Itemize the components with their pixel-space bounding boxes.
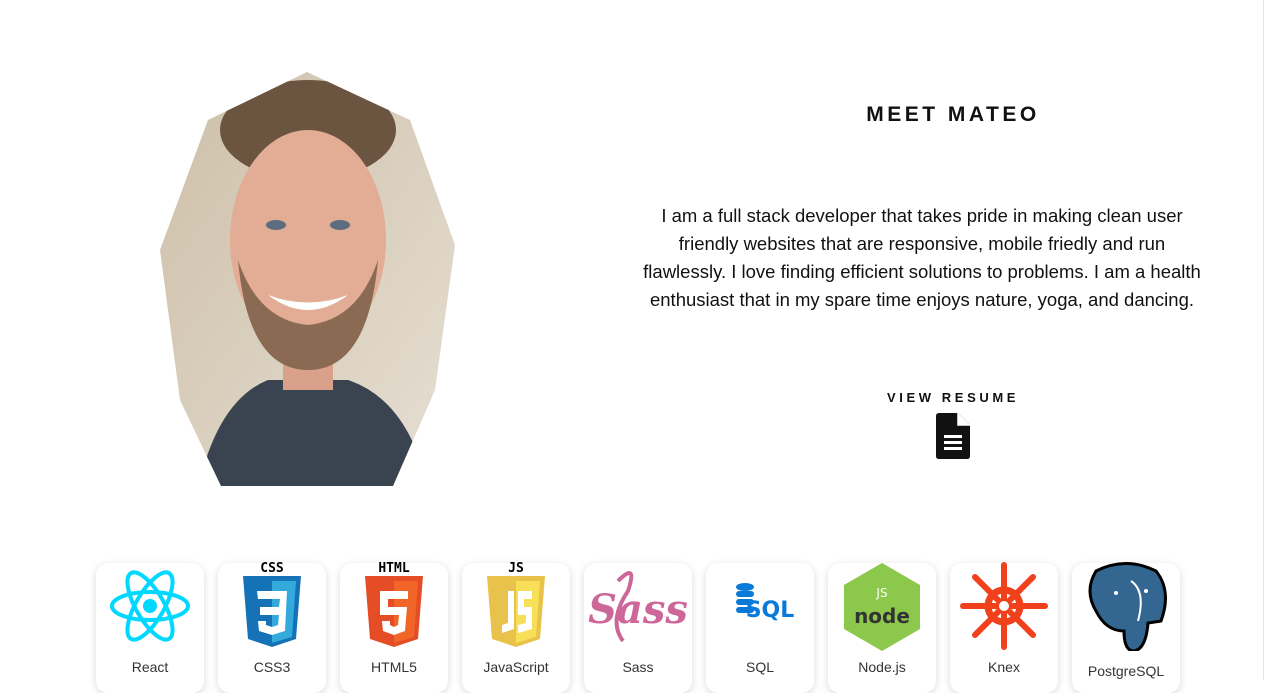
svg-text:SQL: SQL (746, 598, 795, 623)
sass-icon: Sass (588, 571, 688, 643)
svg-text:node: node (854, 604, 910, 628)
sql-icon: SQL (736, 583, 795, 623)
skill-name: React (131, 659, 169, 675)
nodejs-icon: JS node (844, 563, 920, 651)
skill-card-postgresql: PostgreSQL (1072, 562, 1180, 693)
scrollbar-edge (1263, 0, 1264, 680)
svg-text:JS: JS (875, 586, 887, 600)
skill-card-css3: CSS CSS3 (218, 561, 326, 693)
css3-icon: CSS (243, 561, 301, 647)
skill-card-nodejs: JS node Node.js (828, 563, 936, 693)
svg-text:Sass: Sass (588, 586, 688, 633)
svg-text:HTML: HTML (378, 561, 409, 576)
skill-name: SQL (745, 659, 774, 675)
profile-photo (160, 72, 455, 486)
knex-icon (960, 562, 1048, 650)
skill-name: Node.js (858, 659, 906, 675)
react-icon (110, 570, 190, 642)
skill-card-html5: HTML HTML5 (340, 561, 448, 693)
html5-icon: HTML (365, 561, 423, 647)
skill-card-knex: Knex (950, 562, 1058, 693)
skill-name: HTML5 (371, 659, 417, 675)
svg-text:JS: JS (508, 561, 524, 576)
skill-name: JavaScript (483, 659, 549, 675)
skills-list: React CSS CSS3 HTML HTML5 JS JavaScript … (96, 561, 1180, 693)
skill-card-react: React (96, 563, 204, 693)
skill-name: Sass (622, 659, 654, 675)
view-resume-link[interactable]: VIEW RESUME (853, 390, 1053, 464)
skill-name: PostgreSQL (1087, 663, 1165, 679)
page-title: MEET MATEO (866, 103, 1040, 126)
skill-card-sql: SQL SQL (706, 563, 814, 693)
document-icon (936, 413, 970, 459)
skill-name: CSS3 (253, 659, 291, 675)
skill-name: Knex (988, 659, 1020, 675)
skill-card-javascript: JS JavaScript (462, 561, 570, 693)
svg-text:CSS: CSS (260, 561, 284, 576)
javascript-icon: JS (487, 561, 545, 647)
view-resume-label: VIEW RESUME (886, 390, 1020, 405)
postgresql-icon (1088, 562, 1167, 651)
skill-card-sass: Sass Sass (584, 563, 692, 693)
bio-text: I am a full stack developer that takes p… (643, 205, 1201, 310)
